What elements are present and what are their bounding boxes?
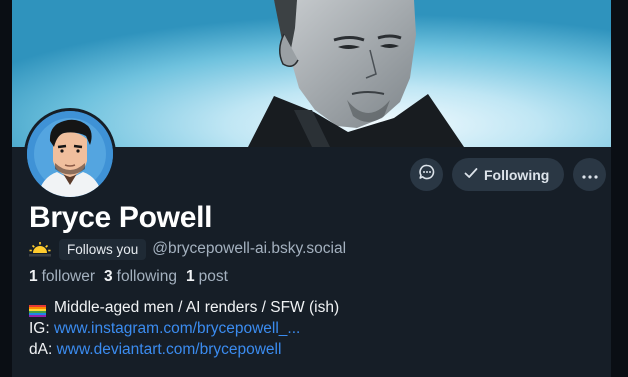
follows-you-badge: Follows you [59,238,147,260]
profile-handle: @brycepowell-ai.bsky.social [152,240,347,257]
following-button[interactable]: Following [452,158,565,191]
chat-bubble-icon [418,163,436,186]
ig-prefix: IG: [29,320,50,337]
profile-column: Following Bryce Powell Follows you @bryc… [12,0,611,377]
followers-count: 1 [29,268,38,285]
da-prefix: dA: [29,341,53,358]
left-gutter [0,0,12,377]
rainbow-flag-icon [29,302,46,317]
bio-line-da: dA: www.deviantart.com/brycepowell [29,339,339,360]
bio-line-1: Middle-aged men / AI renders / SFW (ish) [29,297,339,318]
instagram-link[interactable]: www.instagram.com/brycepowell_... [54,318,300,339]
posts-count: 1 [185,268,195,285]
followers-label: follower [41,268,96,285]
bio-line-ig: IG: www.instagram.com/brycepowell_... [29,318,339,339]
profile-actions: Following [410,158,607,191]
message-button[interactable] [410,158,443,191]
display-name: Bryce Powell [29,201,213,234]
checkmark-icon [464,166,478,183]
profile-stats: 1 follower 3 following 1 post [29,268,228,286]
bio-text: Middle-aged men / AI renders / SFW (ish) [54,299,340,316]
profile-page: Following Bryce Powell Follows you @bryc… [0,0,628,377]
right-gutter [611,0,628,377]
ellipsis-icon [582,166,598,184]
following-label: following [116,268,177,285]
handle-row: Follows you @brycepowell-ai.bsky.social [29,238,346,260]
posts-stat: 1 post [186,268,228,286]
following-stat[interactable]: 3 following [104,268,177,286]
more-options-button[interactable] [573,158,607,191]
followers-stat[interactable]: 1 follower [29,268,95,286]
following-button-label: Following [484,166,550,183]
profile-bio: Middle-aged men / AI renders / SFW (ish)… [29,297,339,360]
deviantart-link[interactable]: www.deviantart.com/brycepowell [57,339,282,360]
following-count: 3 [104,268,113,285]
sunrise-emoji-icon [29,241,51,257]
profile-avatar[interactable] [24,108,116,200]
posts-label: post [198,268,228,285]
